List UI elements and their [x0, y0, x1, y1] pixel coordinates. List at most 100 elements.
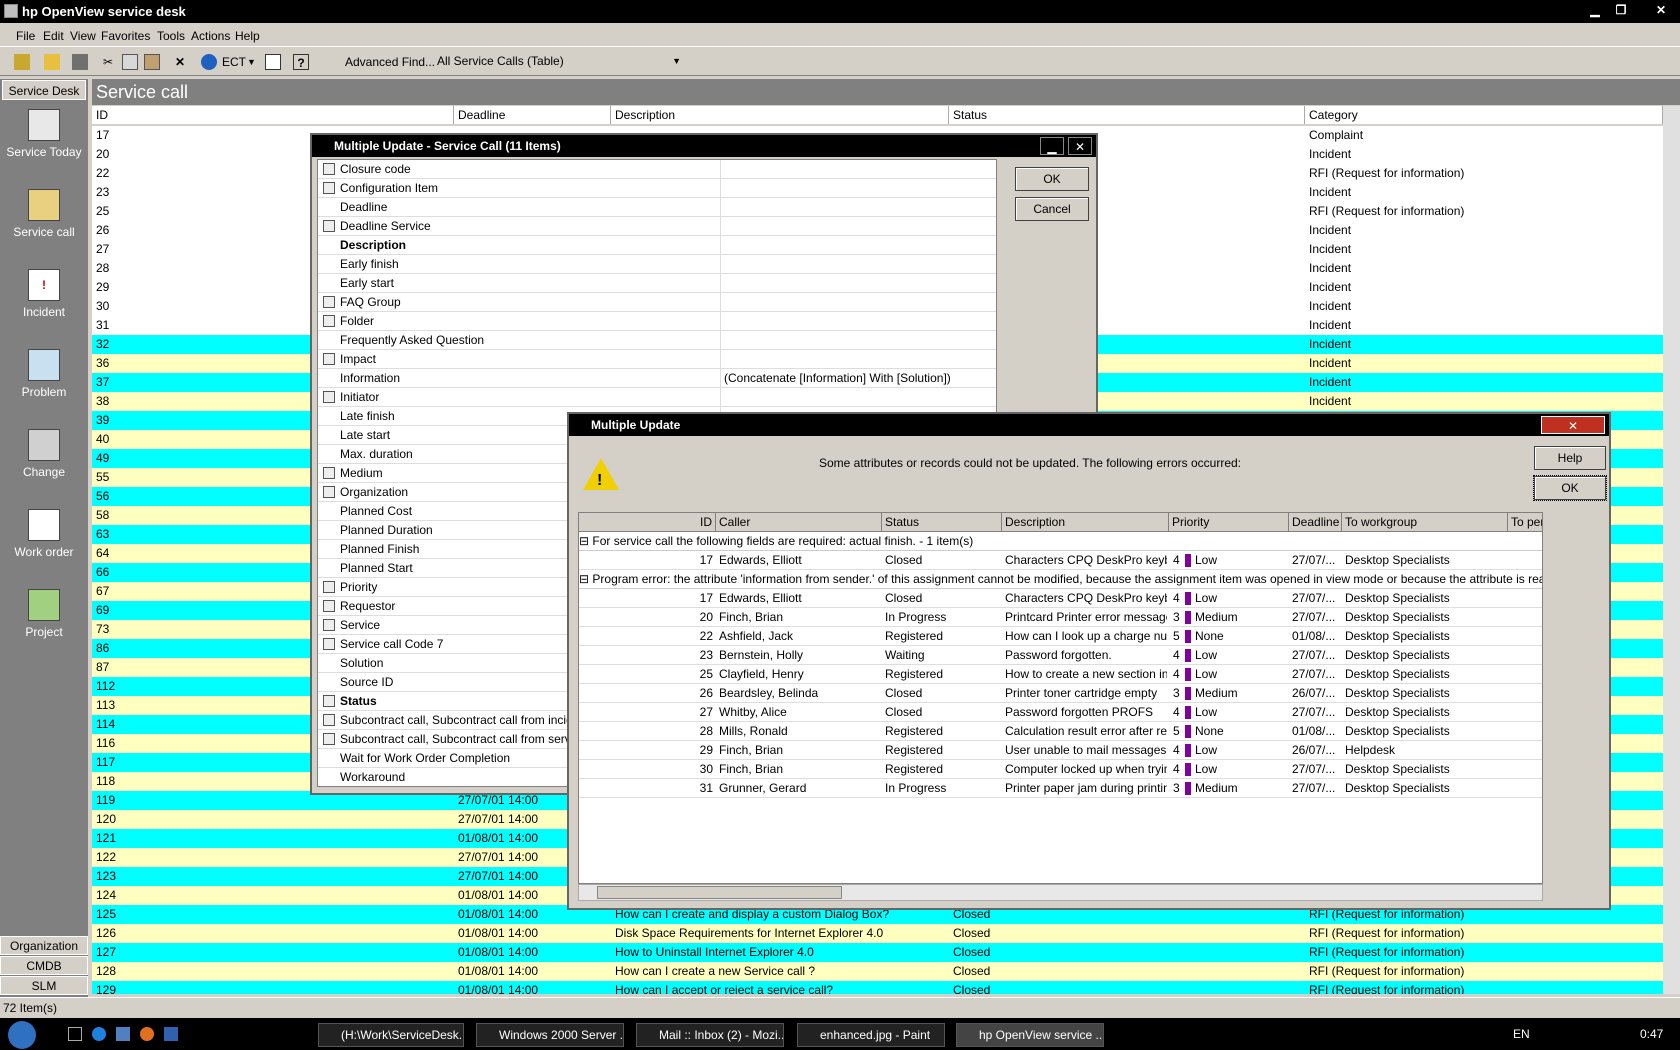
attribute-value[interactable] — [720, 160, 986, 179]
show-desktop-icon[interactable] — [68, 1027, 82, 1041]
restore-button[interactable]: ❐ — [1610, 1, 1632, 19]
column-header-description[interactable]: Description — [611, 106, 949, 124]
attribute-row[interactable]: Early finish — [318, 255, 996, 274]
help-icon[interactable]: ? — [293, 54, 309, 70]
attribute-row[interactable]: Deadline Service — [318, 217, 996, 236]
column-header-id[interactable]: ID — [579, 513, 716, 532]
task-openview[interactable]: hp OpenView service ... — [956, 1023, 1104, 1047]
error-row[interactable]: 31 Grunner, Gerard In Progress Printer pape… — [579, 779, 1542, 798]
attribute-value[interactable] — [720, 198, 986, 217]
copy-icon[interactable] — [122, 54, 138, 70]
attribute-row[interactable]: Configuration Item — [318, 179, 996, 198]
table-row[interactable]: 127 01/08/01 14:00 How to Uninstall Intern… — [92, 943, 1663, 962]
globe-icon[interactable] — [201, 54, 217, 70]
sidebar-item-change[interactable]: Change — [0, 429, 88, 479]
attribute-value[interactable] — [720, 388, 986, 407]
error-row[interactable]: 29 Finch, Brian Registered User unable to m… — [579, 741, 1542, 760]
ok-button[interactable]: OK — [1533, 475, 1607, 501]
dialog-close-button[interactable]: ✕ — [1068, 137, 1092, 155]
error-row[interactable]: 22 Ashfield, Jack Registered How can I look… — [579, 627, 1542, 646]
new-icon[interactable] — [14, 54, 30, 70]
attribute-row[interactable]: Information (Concatenate [Information] Wi… — [318, 369, 996, 388]
ie-icon[interactable] — [92, 1027, 106, 1041]
sidebar-item-service-today[interactable]: Service Today — [0, 109, 88, 159]
scrollbar-thumb[interactable] — [597, 886, 842, 899]
column-header-id[interactable]: ID — [92, 106, 454, 124]
column-header-description[interactable]: Description — [1002, 513, 1169, 532]
error-row[interactable]: 30 Finch, Brian Registered Computer locked … — [579, 760, 1542, 779]
column-header-status[interactable]: Status — [949, 106, 1305, 124]
help-button[interactable]: Help — [1534, 446, 1606, 470]
attribute-value[interactable] — [720, 217, 986, 236]
vertical-scrollbar[interactable] — [1663, 106, 1680, 994]
attribute-row[interactable]: FAQ Group — [318, 293, 996, 312]
attribute-row[interactable]: Deadline — [318, 198, 996, 217]
error-row[interactable]: 17 Edwards, Elliott Closed Characters CPQ D… — [579, 551, 1542, 570]
error-row[interactable]: 26 Beardsley, Belinda Closed Printer toner … — [579, 684, 1542, 703]
attribute-row[interactable]: Early start — [318, 274, 996, 293]
collapse-icon[interactable]: ⊟ — [579, 534, 592, 548]
horizontal-scrollbar[interactable] — [578, 884, 1543, 901]
attribute-value[interactable] — [720, 350, 986, 369]
error-row[interactable]: 23 Bernstein, Holly Waiting Password forgot… — [579, 646, 1542, 665]
ect-button[interactable]: ECT — [222, 52, 246, 72]
start-button[interactable] — [8, 1021, 36, 1049]
sidebar-bottom-cmdb[interactable]: CMDB — [0, 956, 88, 975]
window-icon[interactable] — [265, 54, 281, 70]
attribute-row[interactable]: Frequently Asked Question — [318, 331, 996, 350]
firefox-icon[interactable] — [140, 1027, 154, 1041]
attribute-value[interactable] — [720, 331, 986, 350]
column-header-to-workgroup[interactable]: To workgroup — [1342, 513, 1508, 532]
paste-icon[interactable] — [144, 54, 160, 70]
column-header-caller[interactable]: Caller — [716, 513, 882, 532]
dialog-close-button[interactable]: ✕ — [1541, 416, 1605, 434]
column-header-to-person[interactable]: To person — [1508, 513, 1542, 532]
sidebar-bottom-organization[interactable]: Organization — [0, 936, 88, 955]
cut-icon[interactable]: ✂ — [100, 54, 116, 70]
column-header-priority[interactable]: Priority — [1169, 513, 1289, 532]
sidebar-item-work-order[interactable]: Work order — [0, 509, 88, 559]
column-header-deadline[interactable]: Deadline — [454, 106, 611, 124]
error-row[interactable]: 25 Clayfield, Henry Registered How to creat… — [579, 665, 1542, 684]
minimize-button[interactable]: ▁ — [1584, 1, 1606, 19]
menu-edit[interactable]: Edit — [43, 29, 64, 43]
error-group-header[interactable]: ⊟ Program error: the attribute 'informat… — [579, 570, 1542, 589]
column-header-category[interactable]: Category — [1305, 106, 1663, 124]
print-icon[interactable] — [72, 54, 88, 70]
task-windows-2000-server[interactable]: Windows 2000 Server ... — [476, 1023, 624, 1047]
app-icon[interactable] — [164, 1027, 178, 1041]
attribute-value[interactable] — [720, 255, 986, 274]
menu-favorites[interactable]: Favorites — [101, 29, 150, 43]
attribute-value[interactable] — [720, 274, 986, 293]
menu-view[interactable]: View — [70, 29, 96, 43]
menu-tools[interactable]: Tools — [157, 29, 185, 43]
ok-button[interactable]: OK — [1015, 167, 1089, 191]
attribute-value[interactable] — [720, 312, 986, 331]
open-folder-icon[interactable] — [44, 54, 60, 70]
attribute-row[interactable]: Description — [318, 236, 996, 255]
task-paint[interactable]: enhanced.jpg - Paint — [797, 1023, 945, 1047]
ect-dropdown-icon[interactable]: ▼ — [247, 52, 256, 72]
menu-actions[interactable]: Actions — [191, 29, 230, 43]
dialog-minimize-button[interactable]: ▁ — [1040, 137, 1064, 155]
error-row[interactable]: 28 Mills, Ronald Registered Calculation res… — [579, 722, 1542, 741]
language-indicator[interactable]: EN — [1513, 1027, 1530, 1041]
attribute-row[interactable]: Impact — [318, 350, 996, 369]
sidebar-tab-service-desk[interactable]: Service Desk — [2, 80, 86, 100]
collapse-icon[interactable]: ⊟ — [579, 572, 592, 586]
column-header-deadline[interactable]: Deadline — [1289, 513, 1342, 532]
attribute-value[interactable]: (Concatenate [Information] With [Solutio… — [720, 369, 986, 388]
sidebar-bottom-slm[interactable]: SLM — [0, 976, 88, 995]
attribute-value[interactable] — [720, 236, 986, 255]
attribute-row[interactable]: Folder — [318, 312, 996, 331]
error-row[interactable]: 27 Whitby, Alice Closed Password forgotten … — [579, 703, 1542, 722]
table-row[interactable]: 126 01/08/01 14:00 Disk Space Requirements… — [92, 924, 1663, 943]
advanced-find-button[interactable]: Advanced Find... — [345, 52, 435, 72]
task-servicedesk-folder[interactable]: (H:\Work\ServiceDesk... — [318, 1023, 464, 1047]
error-row[interactable]: 17 Edwards, Elliott Closed Characters CPQ D… — [579, 589, 1542, 608]
attribute-value[interactable] — [720, 293, 986, 312]
menu-help[interactable]: Help — [235, 29, 260, 43]
table-row[interactable]: 129 01/08/01 14:00 How can I accept or rej… — [92, 981, 1663, 994]
cancel-button[interactable]: Cancel — [1015, 197, 1089, 221]
explorer-icon[interactable] — [116, 1027, 130, 1041]
